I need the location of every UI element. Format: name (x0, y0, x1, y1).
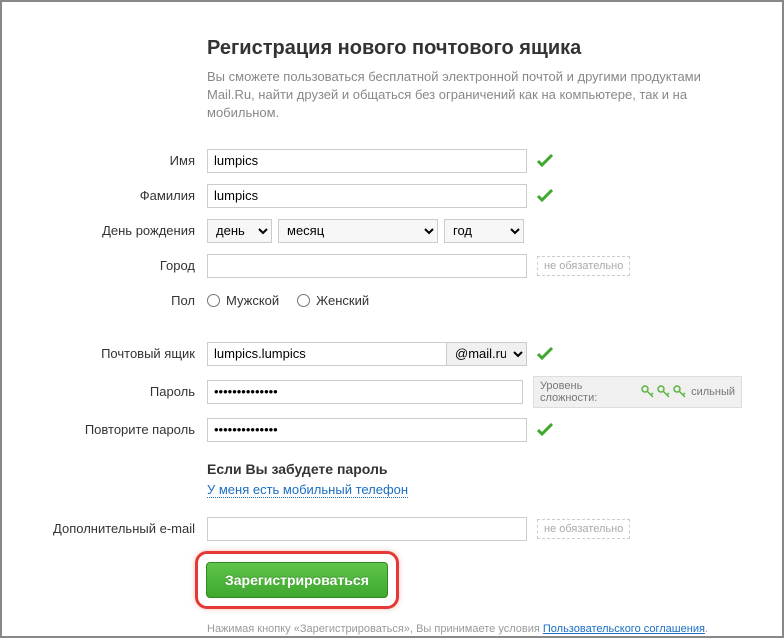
check-icon (537, 346, 553, 362)
mailbox-label: Почтовый ящик (42, 346, 207, 361)
gender-male-radio[interactable] (207, 294, 220, 307)
gender-male-option[interactable]: Мужской (207, 293, 279, 308)
password-repeat-input[interactable] (207, 418, 527, 442)
forgot-password-title: Если Вы забудете пароль (207, 461, 742, 477)
gender-female-radio[interactable] (297, 294, 310, 307)
password-strength-badge: Уровень сложности: сильный (533, 376, 742, 408)
register-button[interactable]: Зарегистрироваться (206, 562, 388, 598)
lastname-label: Фамилия (42, 188, 207, 203)
gender-label: Пол (42, 293, 207, 308)
birthday-year-select[interactable]: год (444, 219, 524, 243)
key-icon (657, 385, 671, 399)
page-title: Регистрация нового почтового ящика (207, 37, 742, 60)
user-agreement-link[interactable]: Пользовательского соглашения (543, 623, 705, 635)
city-input[interactable] (207, 254, 527, 278)
password-label: Пароль (42, 384, 207, 399)
key-icon (673, 385, 687, 399)
password-input[interactable] (207, 380, 523, 404)
page-subtitle: Вы сможете пользоваться бесплатной элект… (207, 68, 742, 123)
mobile-phone-link[interactable]: У меня есть мобильный телефон (207, 482, 408, 498)
extra-email-label: Дополнительный e-mail (42, 521, 207, 536)
lastname-input[interactable] (207, 184, 527, 208)
check-icon (537, 188, 553, 204)
check-icon (537, 153, 553, 169)
password-repeat-label: Повторите пароль (42, 422, 207, 437)
optional-badge: не обязательно (537, 519, 630, 539)
key-icon (641, 385, 655, 399)
gender-female-option[interactable]: Женский (297, 293, 369, 308)
firstname-label: Имя (42, 153, 207, 168)
city-label: Город (42, 258, 207, 273)
mailbox-input[interactable] (207, 342, 447, 366)
highlight-annotation: Зарегистрироваться (195, 551, 399, 609)
legal-text: Нажимая кнопку «Зарегистрироваться», Вы … (207, 623, 742, 635)
domain-select[interactable]: @mail.ru (447, 342, 527, 366)
firstname-input[interactable] (207, 149, 527, 173)
birthday-label: День рождения (42, 223, 207, 238)
birthday-day-select[interactable]: день (207, 219, 272, 243)
optional-badge: не обязательно (537, 256, 630, 276)
check-icon (537, 422, 553, 438)
birthday-month-select[interactable]: месяц (278, 219, 438, 243)
extra-email-input[interactable] (207, 517, 527, 541)
